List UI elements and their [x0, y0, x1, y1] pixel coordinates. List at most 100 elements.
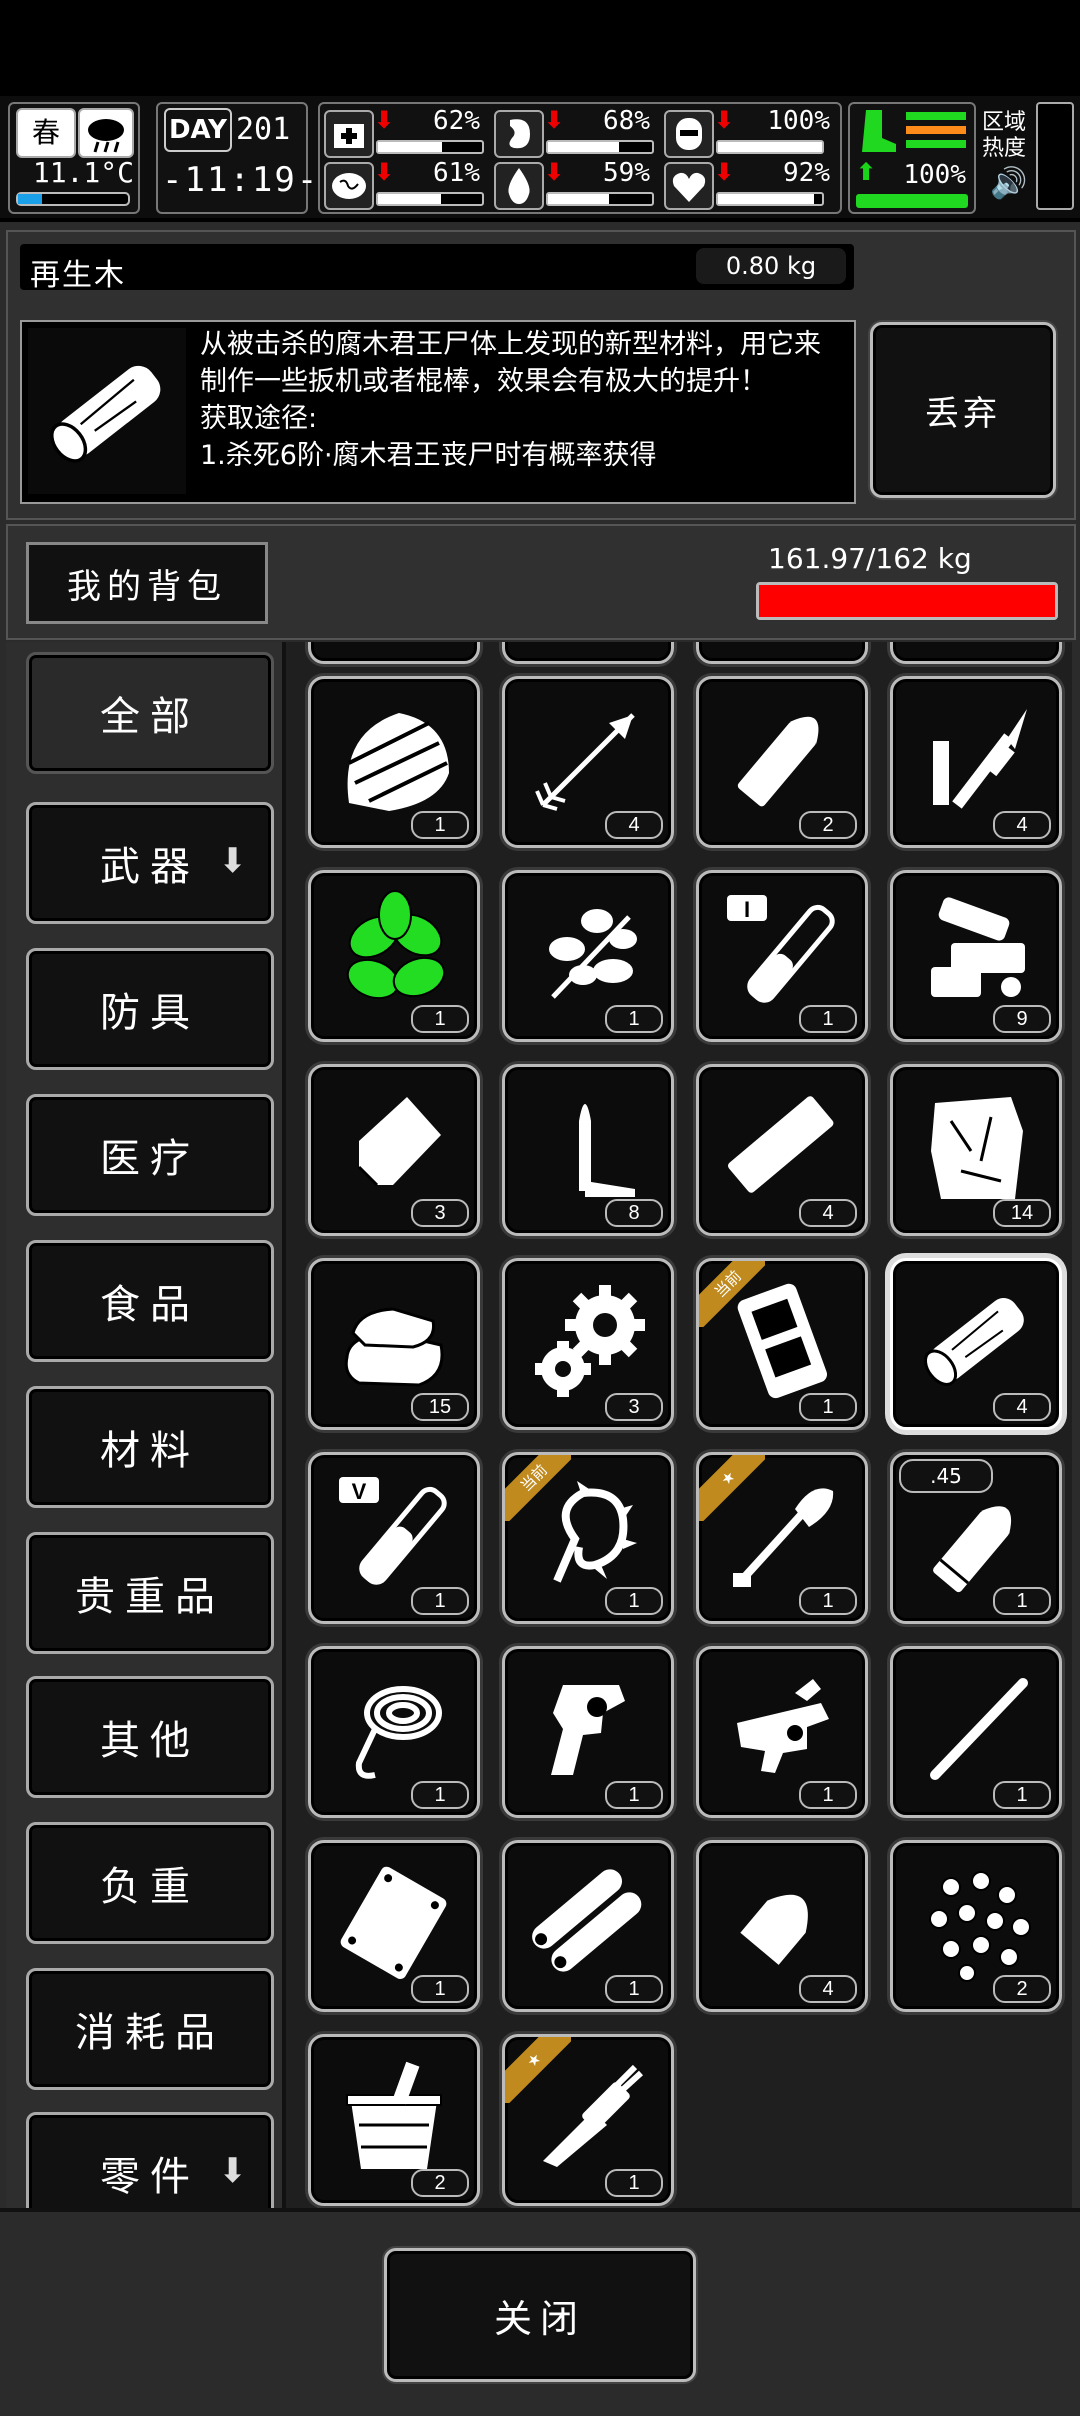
- item-slot[interactable]: 4: [890, 676, 1062, 848]
- bullet-head-icon: [740, 1894, 808, 1965]
- weather-cloud-icon: [78, 108, 134, 158]
- mental-bar: [376, 192, 484, 206]
- item-slot[interactable]: 1: [308, 1646, 480, 1818]
- item-slot[interactable]: 2: [696, 676, 868, 848]
- item-count: 4: [993, 811, 1051, 839]
- badge-label: ★: [505, 2037, 571, 2103]
- item-name: 再生木: [30, 258, 126, 293]
- category-medical[interactable]: 医疗: [26, 1094, 274, 1216]
- item-slot[interactable]: 当前 1: [696, 1258, 868, 1430]
- item-slot-partial[interactable]: [890, 642, 1062, 664]
- bag-capacity-bar: [756, 582, 1058, 620]
- category-all[interactable]: 全部: [26, 652, 274, 774]
- category-sidebar[interactable]: 全部 武器 ⬇ 防具 医疗 食品 材料 贵重品 其他 负重 消耗品 零件 ⬇: [6, 642, 286, 2208]
- thirst-bar: [546, 192, 654, 206]
- bucket-icon: [346, 2061, 442, 2169]
- item-slot[interactable]: 1: [890, 1646, 1062, 1818]
- category-weapons-label: 武器: [100, 844, 200, 890]
- gun-parts-icon: [931, 897, 1025, 997]
- category-load[interactable]: 负重: [26, 1822, 274, 1944]
- svg-text:I: I: [744, 897, 750, 922]
- close-button[interactable]: 关闭: [384, 2248, 696, 2382]
- item-count: 4: [993, 1393, 1051, 1421]
- item-slot[interactable]: 15: [308, 1258, 480, 1430]
- item-slot-partial[interactable]: [696, 642, 868, 664]
- item-slot[interactable]: V1: [308, 1452, 480, 1624]
- item-slot[interactable]: 1: [308, 676, 480, 848]
- category-food[interactable]: 食品: [26, 1240, 274, 1362]
- item-name-bar: 再生木 0.80 kg: [20, 244, 854, 293]
- bullet-casing-icon: [579, 1104, 635, 1197]
- item-slot[interactable]: 1: [502, 1840, 674, 2012]
- stamina-panel: ⬆ 100%: [848, 102, 976, 214]
- category-other[interactable]: 其他: [26, 1676, 274, 1798]
- arrow-down-icon: ⬇: [218, 2151, 257, 2191]
- item-slot[interactable]: ★ 1: [696, 1452, 868, 1624]
- armor-pct: 100%: [767, 106, 830, 136]
- day-number: 201: [236, 112, 291, 147]
- item-count: 1: [605, 1005, 663, 1033]
- boot-icon: [858, 108, 898, 154]
- game-clock: -11:19-: [162, 160, 320, 200]
- equipped-badge: 当前: [699, 1261, 765, 1327]
- item-slot[interactable]: 1: [308, 1840, 480, 2012]
- item-count: 1: [605, 2169, 663, 2197]
- temperature-bar: [16, 192, 130, 206]
- item-slot[interactable]: 4: [696, 1840, 868, 2012]
- item-count: 2: [411, 2169, 469, 2197]
- hunger-bar: [546, 140, 654, 154]
- item-slot[interactable]: .45 1: [890, 1452, 1062, 1624]
- item-slot[interactable]: 1: [502, 1646, 674, 1818]
- item-count: 8: [605, 1199, 663, 1227]
- armor-bar: [716, 140, 824, 154]
- item-slot[interactable]: ★ 1: [502, 2034, 674, 2206]
- metal-plate-icon: [357, 1097, 441, 1187]
- item-slot[interactable]: 2: [890, 1840, 1062, 2012]
- item-source-1: 1.杀死6阶·腐木君王丧尸时有概率获得: [200, 440, 657, 471]
- item-count: 14: [993, 1199, 1051, 1227]
- item-slot[interactable]: 1: [502, 870, 674, 1042]
- heart-pct: 92%: [783, 158, 830, 188]
- category-materials[interactable]: 材料: [26, 1386, 274, 1508]
- hunger-pct: 68%: [603, 106, 650, 136]
- bag-capacity-bar-fill: [759, 585, 1055, 617]
- stamina-bar: [856, 194, 968, 208]
- category-parts[interactable]: 零件 ⬇: [26, 2112, 274, 2208]
- speaker-icon[interactable]: 🔊: [990, 166, 1027, 201]
- discard-button[interactable]: 丢弃: [870, 322, 1056, 498]
- item-slot-partial[interactable]: [308, 642, 480, 664]
- item-info-box: 从被击杀的腐木君王尸体上发现的新型材料，用它来制作一些扳机或者棍棒，效果会有极大…: [20, 320, 856, 504]
- item-slot[interactable]: 4: [502, 676, 674, 848]
- item-slot[interactable]: 2: [308, 2034, 480, 2206]
- item-weight: 0.80 kg: [696, 248, 846, 284]
- category-weapons[interactable]: 武器 ⬇: [26, 802, 274, 924]
- item-slot[interactable]: 3: [308, 1064, 480, 1236]
- item-slot[interactable]: 8: [502, 1064, 674, 1236]
- category-parts-label: 零件: [100, 2154, 200, 2200]
- day-clock-panel: DAY 201 -11:19-: [156, 102, 320, 214]
- item-slot[interactable]: 1: [308, 870, 480, 1042]
- item-slot[interactable]: 3: [502, 1258, 674, 1430]
- armor-bar-fill: [718, 142, 822, 152]
- item-slot[interactable]: 9: [890, 870, 1062, 1042]
- item-slot-partial[interactable]: [502, 642, 674, 664]
- item-count: 4: [799, 1199, 857, 1227]
- item-slot[interactable]: 1: [696, 1646, 868, 1818]
- item-slot[interactable]: 14: [890, 1064, 1062, 1236]
- bag-header: 我的背包 161.97/162 kg: [6, 524, 1076, 640]
- item-slot[interactable]: 4: [890, 1258, 1062, 1430]
- item-slot[interactable]: 当前 1: [502, 1452, 674, 1624]
- health-bar-fill: [378, 142, 443, 152]
- metal-bar-icon: [728, 1096, 834, 1193]
- item-count: 1: [605, 1781, 663, 1809]
- category-consumables[interactable]: 消耗品: [26, 1968, 274, 2090]
- arrow-down-icon: ⬇: [218, 841, 257, 881]
- category-armor[interactable]: 防具: [26, 948, 274, 1070]
- pipes-icon: [532, 1869, 642, 1972]
- item-slot[interactable]: I1: [696, 870, 868, 1042]
- category-valuables[interactable]: 贵重品: [26, 1532, 274, 1654]
- item-description-scroll[interactable]: 从被击杀的腐木君王尸体上发现的新型材料，用它来制作一些扳机或者棍棒，效果会有极大…: [200, 326, 840, 496]
- item-slot[interactable]: 4: [696, 1064, 868, 1236]
- item-grid[interactable]: 1 4 2 4 1 1 I 1 9 3 8 4 14 15 3 当前 1 4 V 1 当前 1 ★ 1.45 1 1 1 1 1 1 1 4 2…: [286, 642, 1072, 2208]
- health-bar: [376, 140, 484, 154]
